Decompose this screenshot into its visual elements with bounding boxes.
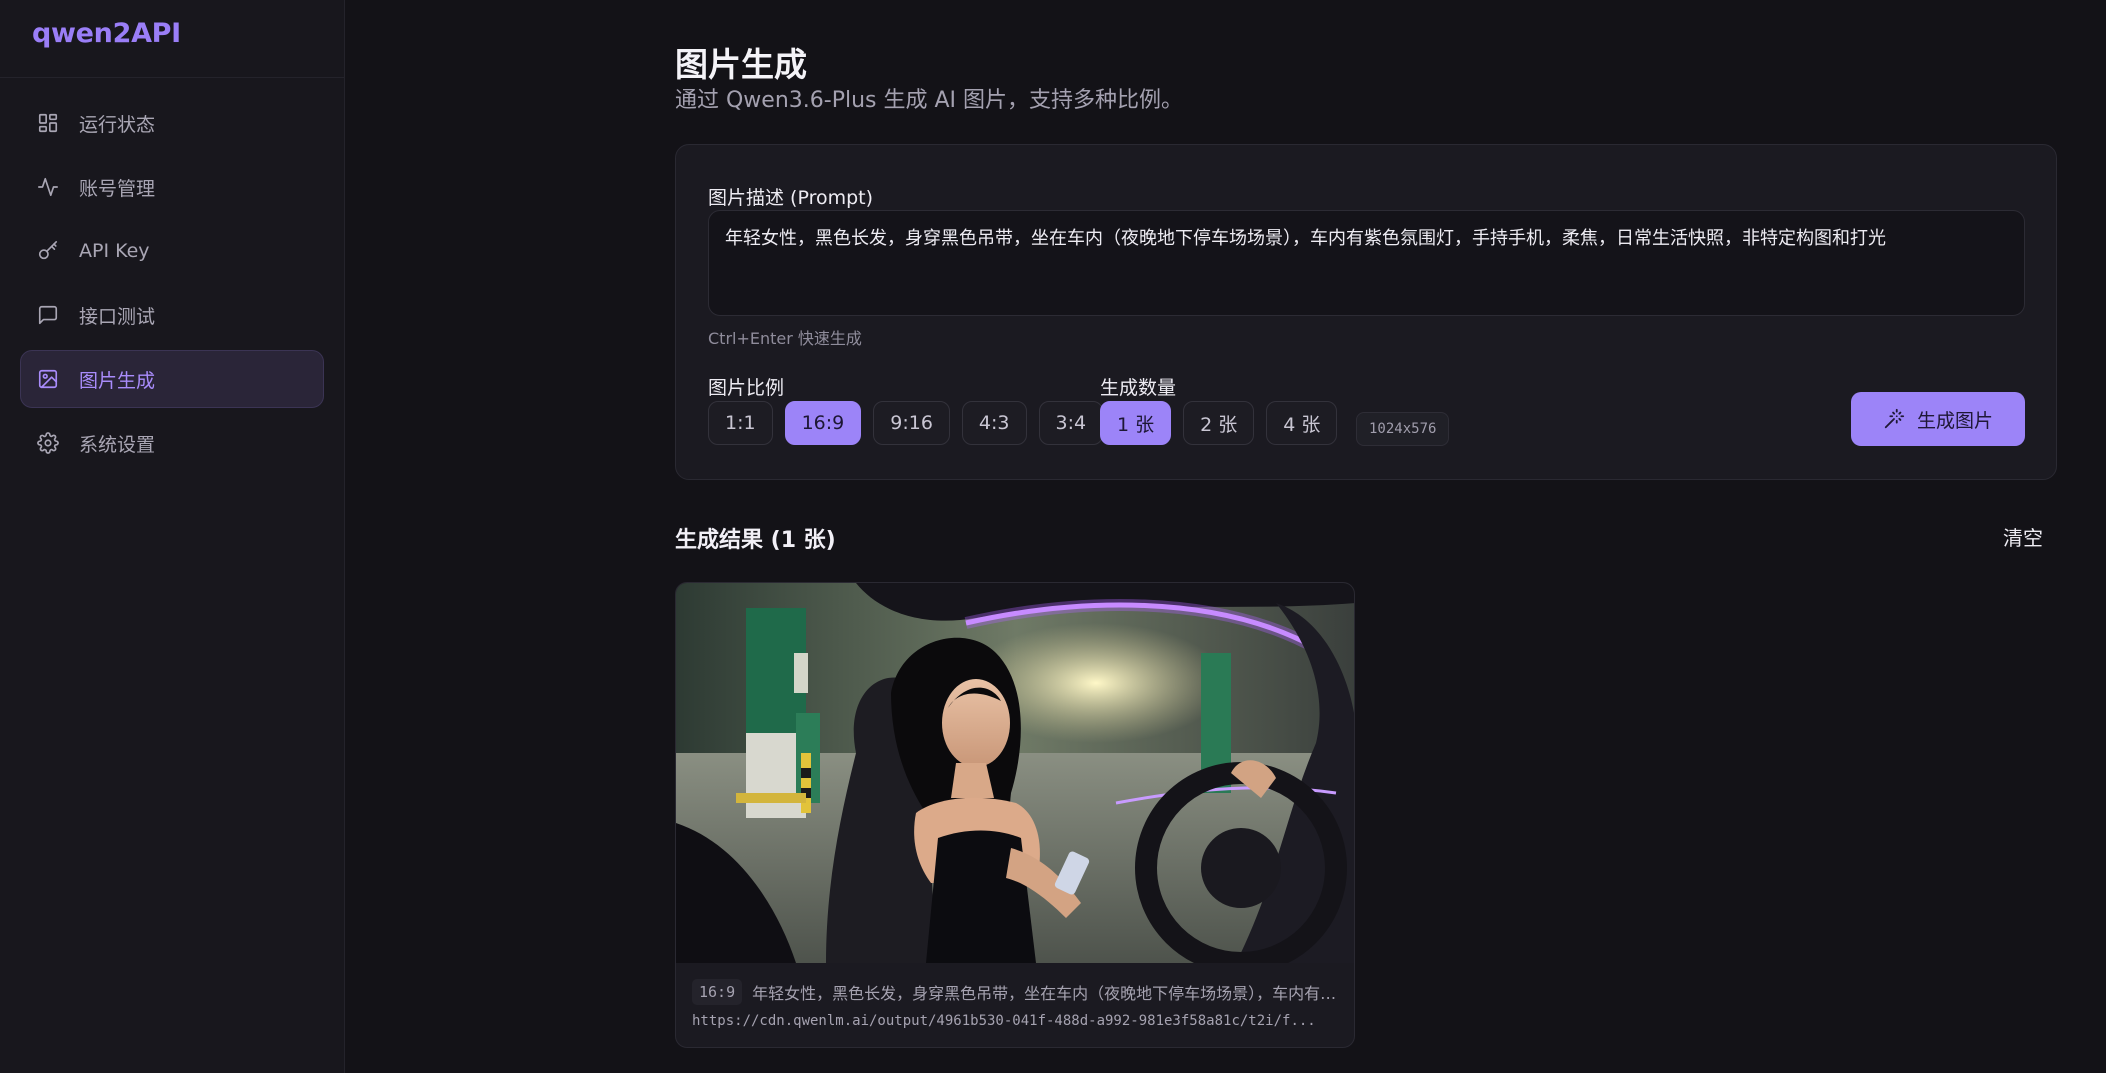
result-ratio-tag: 16:9 — [692, 979, 743, 1005]
count-options: 1 张 2 张 4 张 — [1100, 401, 1338, 445]
ratio-option-4-3[interactable]: 4:3 — [961, 401, 1027, 445]
sidebar-item-label: 系统设置 — [79, 433, 156, 456]
prompt-label: 图片描述 (Prompt) — [708, 187, 874, 209]
count-option-4[interactable]: 4 张 — [1266, 401, 1338, 445]
count-option-1[interactable]: 1 张 — [1100, 401, 1172, 445]
sidebar-item-label: 账号管理 — [79, 177, 156, 200]
page-subtitle: 通过 Qwen3.6-Plus 生成 AI 图片，支持多种比例。 — [675, 88, 1184, 113]
sidebar-nav: 运行状态 账号管理 API Key 接口测试 图片生成 系统设置 — [0, 78, 344, 472]
generate-button-label: 生成图片 — [1916, 409, 1993, 432]
activity-icon — [37, 176, 59, 198]
generated-image-illustration — [676, 583, 1354, 963]
ratio-option-3-4[interactable]: 3:4 — [1038, 401, 1104, 445]
ratio-option-9-16[interactable]: 9:16 — [873, 401, 950, 445]
gear-icon — [37, 432, 59, 454]
resolution-badge: 1024x576 — [1356, 412, 1450, 446]
sidebar-item-status[interactable]: 运行状态 — [20, 94, 324, 152]
ratio-label: 图片比例 — [708, 377, 785, 399]
main-content: 图片生成 通过 Qwen3.6-Plus 生成 AI 图片，支持多种比例。 图片… — [346, 0, 2106, 1073]
count-option-2[interactable]: 2 张 — [1183, 401, 1255, 445]
sidebar: qwen2API 运行状态 账号管理 API Key 接口测试 图片生成 系统设… — [0, 0, 345, 1073]
dashboard-icon — [37, 112, 59, 134]
sidebar-item-label: 运行状态 — [79, 113, 156, 136]
ratio-option-1-1[interactable]: 1:1 — [708, 401, 773, 445]
sidebar-item-api-key[interactable]: API Key — [20, 222, 324, 280]
sidebar-item-api-test[interactable]: 接口测试 — [20, 286, 324, 344]
sidebar-item-settings[interactable]: 系统设置 — [20, 414, 324, 472]
prompt-textarea[interactable]: 年轻女性，黑色长发，身穿黑色吊带，坐在车内（夜晚地下停车场场景），车内有紫色氛围… — [708, 210, 2025, 316]
result-prompt: 年轻女性，黑色长发，身穿黑色吊带，坐在车内（夜晚地下停车场场景），车内有紫色氛围… — [752, 984, 1342, 1003]
page-title: 图片生成 — [675, 45, 807, 84]
image-icon — [37, 368, 59, 390]
brand-logo[interactable]: qwen2API — [0, 0, 344, 78]
sidebar-item-label: API Key — [79, 240, 150, 262]
sidebar-item-label: 接口测试 — [79, 305, 156, 328]
generated-image[interactable] — [676, 583, 1354, 963]
magic-wand-icon — [1884, 408, 1905, 429]
ratio-option-16-9[interactable]: 16:9 — [784, 401, 862, 445]
sidebar-item-label: 图片生成 — [79, 369, 156, 392]
clear-results-button[interactable]: 清空 — [2003, 522, 2043, 551]
sidebar-item-accounts[interactable]: 账号管理 — [20, 158, 324, 216]
message-icon — [37, 304, 59, 326]
result-url-link[interactable]: https://cdn.qwenlm.ai/output/4961b530-04… — [692, 1013, 1342, 1029]
generation-form-card: 图片描述 (Prompt) 年轻女性，黑色长发，身穿黑色吊带，坐在车内（夜晚地下… — [675, 144, 2057, 480]
result-meta: 16:9 年轻女性，黑色长发，身穿黑色吊带，坐在车内（夜晚地下停车场场景），车内… — [692, 979, 1342, 1005]
count-label: 生成数量 — [1100, 377, 1177, 399]
generate-image-button[interactable]: 生成图片 — [1851, 392, 2025, 446]
results-title: 生成结果 (1 张) — [675, 528, 836, 553]
result-card[interactable]: 16:9 年轻女性，黑色长发，身穿黑色吊带，坐在车内（夜晚地下停车场场景），车内… — [675, 582, 1355, 1048]
shortcut-hint: Ctrl+Enter 快速生成 — [708, 329, 862, 348]
key-icon — [37, 240, 59, 262]
ratio-options: 1:1 16:9 9:16 4:3 3:4 — [708, 401, 1104, 445]
sidebar-item-image-gen[interactable]: 图片生成 — [20, 350, 324, 408]
